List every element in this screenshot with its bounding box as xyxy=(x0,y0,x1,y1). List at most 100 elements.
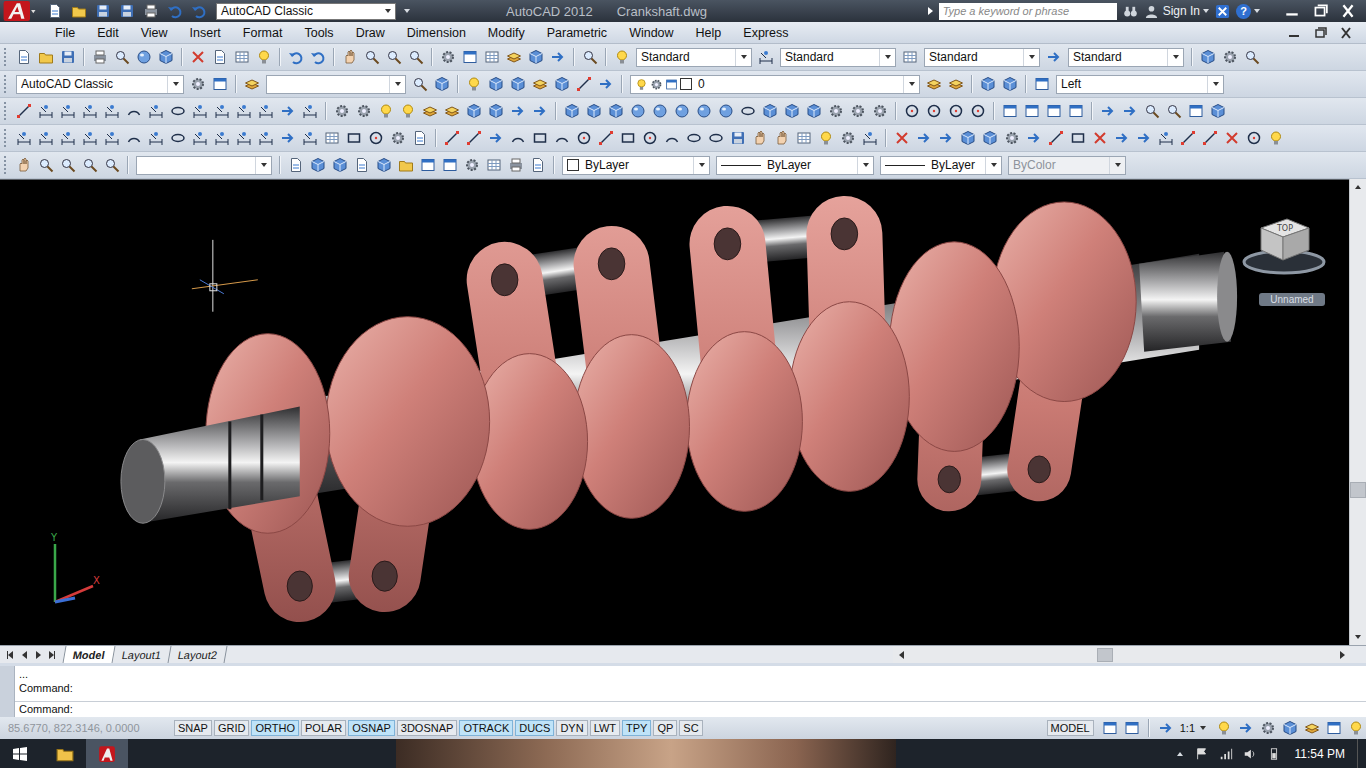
toolbar-grip[interactable] xyxy=(4,129,9,147)
toolbar-button[interactable] xyxy=(13,154,35,176)
toolbar-button[interactable] xyxy=(1111,127,1133,149)
toolbar-button[interactable] xyxy=(573,73,595,95)
restore-icon[interactable] xyxy=(1310,26,1330,40)
view-dropdown[interactable]: Left xyxy=(1056,75,1224,94)
toolbar-button[interactable] xyxy=(339,46,361,68)
toolbar-button[interactable] xyxy=(1001,127,1023,149)
toolbar-button[interactable] xyxy=(1043,100,1065,122)
last-tab-button[interactable] xyxy=(46,648,58,662)
model-viewport[interactable]: TOP Unnamed YX xyxy=(0,179,1349,645)
toolbar-button[interactable] xyxy=(749,127,771,149)
toolbar-button[interactable] xyxy=(1031,73,1053,95)
drafting-toggle[interactable]: POLAR xyxy=(301,720,346,736)
toolbar-button[interactable] xyxy=(1221,127,1243,149)
toolbar-button[interactable] xyxy=(505,154,527,176)
toolbar-button[interactable] xyxy=(869,100,891,122)
toolbar-button[interactable] xyxy=(321,127,343,149)
network-icon[interactable] xyxy=(1219,747,1233,761)
layer-dropdown[interactable]: 0 xyxy=(630,75,920,94)
quick-access-button[interactable] xyxy=(188,1,210,21)
toolbar-button[interactable] xyxy=(461,154,483,176)
toolbar-button[interactable] xyxy=(101,100,123,122)
toolbar-button[interactable] xyxy=(1155,127,1177,149)
toolbar-button[interactable] xyxy=(1197,46,1219,68)
toolbar-button[interactable] xyxy=(285,154,307,176)
toolbar-button[interactable] xyxy=(233,100,255,122)
command-input[interactable]: Command: xyxy=(15,701,1366,717)
layout-tab[interactable]: Layout2 xyxy=(168,646,227,663)
toolbar-button[interactable] xyxy=(595,73,617,95)
quick-view-layouts[interactable] xyxy=(1100,719,1120,737)
minimize-icon[interactable] xyxy=(1284,26,1304,40)
toolbar-button[interactable] xyxy=(441,100,463,122)
toolbar-button[interactable] xyxy=(277,100,299,122)
toolbar-button[interactable] xyxy=(781,100,803,122)
help-button[interactable]: ? xyxy=(1236,4,1251,19)
toolbar-button[interactable] xyxy=(123,100,145,122)
toolbar-button[interactable] xyxy=(101,154,123,176)
text-style-dropdown[interactable]: Standard xyxy=(636,48,752,67)
toolbar-button[interactable] xyxy=(507,73,529,95)
menu-item[interactable]: Help xyxy=(685,26,733,40)
toolbar-button[interactable] xyxy=(1119,100,1141,122)
toolbar-button[interactable] xyxy=(387,127,409,149)
toolbar-button[interactable] xyxy=(551,73,573,95)
toolbar-button[interactable] xyxy=(561,100,583,122)
volume-icon[interactable] xyxy=(1243,747,1257,761)
toolbar-button[interactable] xyxy=(527,154,549,176)
drafting-toggle[interactable]: DUCS xyxy=(515,720,554,736)
menu-item[interactable]: Format xyxy=(232,26,294,40)
drafting-toggle[interactable]: ORTHO xyxy=(251,720,299,736)
drafting-toggle[interactable]: DYN xyxy=(556,720,587,736)
toolbar-button[interactable] xyxy=(639,127,661,149)
toolbar-button[interactable] xyxy=(13,46,35,68)
toolbar-button[interactable] xyxy=(361,46,383,68)
toolbar-button[interactable] xyxy=(405,46,427,68)
user-icon[interactable] xyxy=(1144,4,1159,19)
toolbar-button[interactable] xyxy=(233,127,255,149)
table-style-dropdown[interactable]: Standard xyxy=(924,48,1040,67)
toolbar-button[interactable] xyxy=(481,46,503,68)
model-space-button[interactable]: MODEL xyxy=(1047,720,1094,736)
application-button[interactable] xyxy=(0,0,40,22)
toolbar-button[interactable] xyxy=(1133,127,1155,149)
toolbar-button[interactable] xyxy=(13,100,35,122)
drafting-toggle[interactable]: GRID xyxy=(214,720,250,736)
toolbar-button[interactable] xyxy=(503,46,525,68)
quick-access-button[interactable] xyxy=(116,1,138,21)
toolbar-button[interactable] xyxy=(605,100,627,122)
toolbar-button[interactable] xyxy=(331,100,353,122)
toolbar-button[interactable] xyxy=(1243,127,1265,149)
restore-icon[interactable] xyxy=(1308,3,1332,19)
toolbar-button[interactable] xyxy=(299,127,321,149)
toolbar-button[interactable] xyxy=(935,127,957,149)
toolbar-button[interactable] xyxy=(409,127,431,149)
toolbar-button[interactable] xyxy=(145,100,167,122)
toolbar-button[interactable] xyxy=(285,46,307,68)
multileader-style-dropdown[interactable]: Standard xyxy=(1068,48,1184,67)
toolbar-button[interactable] xyxy=(35,100,57,122)
toolbar-button[interactable] xyxy=(395,154,417,176)
toolbar-button[interactable] xyxy=(1265,127,1287,149)
toolbar-button[interactable] xyxy=(329,154,351,176)
quick-access-button[interactable] xyxy=(44,1,66,21)
toolbar-button[interactable] xyxy=(579,46,601,68)
toolbar-button[interactable] xyxy=(671,100,693,122)
toolbar-button[interactable] xyxy=(241,73,263,95)
toolbar-button[interactable] xyxy=(35,154,57,176)
toolbar-button[interactable] xyxy=(89,46,111,68)
lineweight-dropdown[interactable]: ByLayer xyxy=(880,156,1002,175)
menu-item[interactable]: Edit xyxy=(86,26,130,40)
toolbar-button[interactable] xyxy=(299,100,321,122)
toolbar-button[interactable] xyxy=(683,127,705,149)
toolbar-button[interactable] xyxy=(1089,127,1111,149)
toolbar-button[interactable] xyxy=(727,127,749,149)
toolbar-button[interactable] xyxy=(155,46,177,68)
toolbar-button[interactable] xyxy=(1067,127,1089,149)
status-tray-button[interactable] xyxy=(1236,719,1256,737)
toolbar-button[interactable] xyxy=(859,127,881,149)
toolbar-button[interactable] xyxy=(913,127,935,149)
previous-tab-button[interactable] xyxy=(18,648,30,662)
toolbar-button[interactable] xyxy=(439,154,461,176)
menu-item[interactable]: Modify xyxy=(477,26,536,40)
